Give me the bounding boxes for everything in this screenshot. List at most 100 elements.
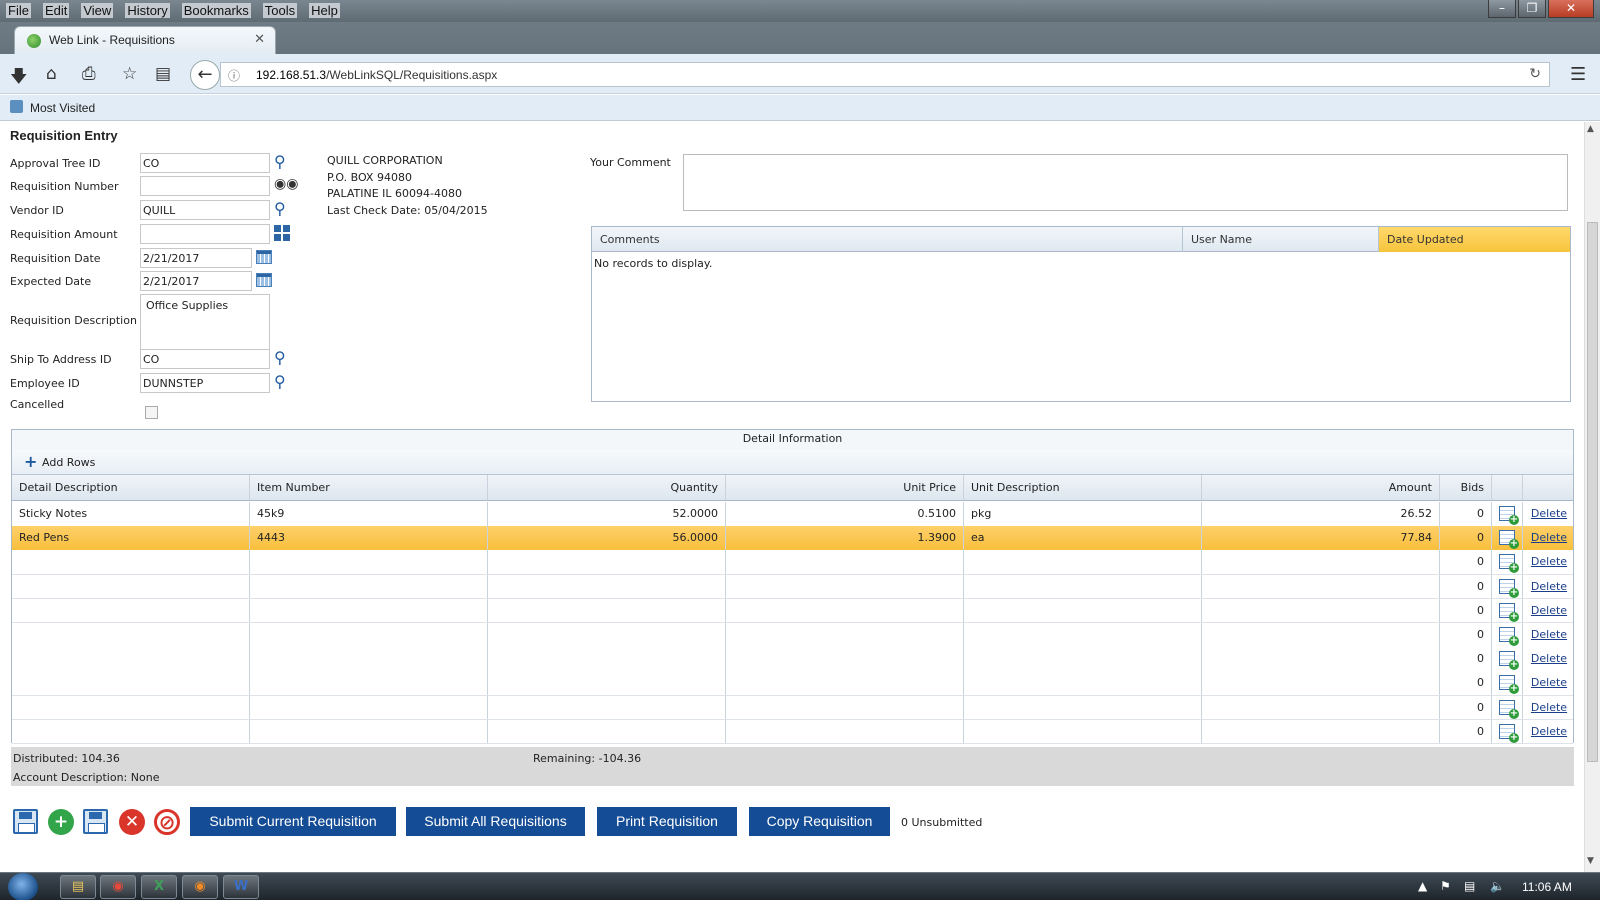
cell-unit-description[interactable] [964,598,1202,623]
delete-link[interactable]: Delete [1531,628,1567,641]
cell-unit-description[interactable] [964,719,1202,744]
download-icon[interactable]: 🡇 [10,64,27,93]
cell-item-number[interactable] [250,598,488,623]
add-bid-icon[interactable] [1499,578,1519,598]
cell-quantity[interactable] [488,574,726,599]
table-row[interactable]: 0 Delete [12,598,1573,624]
submit-all-requisitions-button[interactable]: Submit All Requisitions [406,807,585,836]
add-bid-icon[interactable] [1499,723,1519,743]
cell-detail-description[interactable]: Sticky Notes [12,502,250,526]
table-row[interactable]: 0 Delete [12,550,1573,575]
cell-unit-price[interactable]: 0.5100 [726,502,964,526]
table-row[interactable]: 0 Delete [12,647,1573,672]
delete-link[interactable]: Delete [1531,652,1567,665]
bookmark-most-visited[interactable]: Most Visited [30,101,95,115]
cell-item-number[interactable] [250,719,488,744]
cell-item-number[interactable]: 4443 [250,526,488,550]
cell-quantity[interactable] [488,550,726,574]
browser-tab[interactable]: Web Link - Requisitions ✕ [14,26,276,54]
scroll-down-icon[interactable]: ▼ [1587,856,1594,866]
menu-history[interactable]: History [125,3,170,18]
cell-amount[interactable] [1202,647,1440,671]
site-info-icon[interactable]: ⓘ [228,67,240,84]
vertical-scrollbar[interactable]: ▲ ▼ [1584,122,1600,872]
column-quantity[interactable]: Quantity [488,475,726,500]
table-row[interactable]: 0 Delete [12,719,1573,745]
close-window-button[interactable]: ✕ [1548,0,1594,18]
menu-bookmarks[interactable]: Bookmarks [181,3,251,18]
cell-item-number[interactable] [250,695,488,720]
cell-quantity[interactable]: 56.0000 [488,526,726,550]
cell-unit-price[interactable] [726,719,964,744]
cell-amount[interactable]: 77.84 [1202,526,1440,550]
ship-to-address-id-input[interactable] [140,349,270,369]
add-bid-icon[interactable] [1499,627,1519,646]
cell-detail-description[interactable] [12,671,250,695]
cell-bids[interactable]: 0 [1440,695,1492,720]
cell-detail-description[interactable] [12,598,250,623]
cancel-icon[interactable]: ⊘ [154,809,180,835]
cell-unit-price[interactable] [726,598,964,623]
cell-item-number[interactable] [250,671,488,695]
cell-bids[interactable]: 0 [1440,550,1492,574]
cell-amount[interactable] [1202,574,1440,599]
start-button[interactable] [8,873,38,900]
cell-quantity[interactable] [488,719,726,744]
word-icon[interactable]: W [223,875,259,899]
print-requisition-button[interactable]: Print Requisition [597,807,737,836]
excel-icon[interactable]: X [141,875,177,899]
cell-unit-price[interactable]: 1.3900 [726,526,964,550]
cell-quantity[interactable]: 52.0000 [488,502,726,526]
expected-date-input[interactable] [140,271,252,291]
search-icon[interactable]: ⚲ [274,348,286,367]
bookmark-star-icon[interactable]: ☆ [122,64,137,84]
tray-expand-icon[interactable]: ▲ [1418,879,1427,893]
vendor-id-input[interactable] [140,200,270,220]
cell-unit-price[interactable] [726,695,964,720]
submit-current-requisition-button[interactable]: Submit Current Requisition [190,807,396,836]
add-rows-icon[interactable]: + [24,452,37,471]
cell-unit-price[interactable] [726,623,964,647]
cell-detail-description[interactable] [12,623,250,647]
cell-item-number[interactable] [250,647,488,671]
cell-unit-description[interactable] [964,623,1202,647]
delete-link[interactable]: Delete [1531,676,1567,689]
cell-bids[interactable]: 0 [1440,647,1492,671]
search-icon[interactable]: ⚲ [274,199,286,218]
table-row[interactable]: 0 Delete [12,695,1573,721]
delete-link[interactable]: Delete [1531,604,1567,617]
menu-tools[interactable]: Tools [262,3,298,18]
cell-bids[interactable]: 0 [1440,598,1492,623]
column-item-number[interactable]: Item Number [250,475,488,500]
cell-quantity[interactable] [488,671,726,695]
column-unit-price[interactable]: Unit Price [726,475,964,500]
delete-link[interactable]: Delete [1531,580,1567,593]
url-bar[interactable]: ⓘ 192.168.51.3/WebLinkSQL/Requisitions.a… [220,62,1550,87]
network-icon[interactable]: ▤ [1464,879,1475,893]
delete-link[interactable]: Delete [1531,701,1567,714]
column-date-updated[interactable]: Date Updated [1379,227,1570,252]
cell-detail-description[interactable] [12,647,250,671]
menu-help[interactable]: Help [309,3,340,18]
cell-quantity[interactable] [488,695,726,720]
cell-quantity[interactable] [488,598,726,623]
your-comment-textarea[interactable] [683,154,1568,211]
search-icon[interactable]: ⚲ [274,372,286,391]
maximize-button[interactable]: ❐ [1518,0,1546,18]
cell-unit-price[interactable] [726,647,964,671]
cancelled-checkbox[interactable] [145,406,158,419]
cell-detail-description[interactable] [12,550,250,574]
cell-amount[interactable] [1202,598,1440,623]
minimize-button[interactable]: – [1488,0,1516,18]
search-icon[interactable]: ⚲ [274,152,286,171]
requisition-description-textarea[interactable]: Office Supplies [140,294,270,350]
volume-icon[interactable]: 🔈 [1490,879,1505,893]
add-bid-icon[interactable] [1499,699,1519,719]
cell-unit-price[interactable] [726,574,964,599]
add-bid-icon[interactable] [1499,530,1519,550]
delete-link[interactable]: Delete [1531,531,1567,544]
column-unit-description[interactable]: Unit Description [964,475,1202,500]
cell-quantity[interactable] [488,623,726,647]
table-row[interactable]: 0 Delete [12,574,1573,600]
calculator-icon[interactable] [274,225,290,241]
